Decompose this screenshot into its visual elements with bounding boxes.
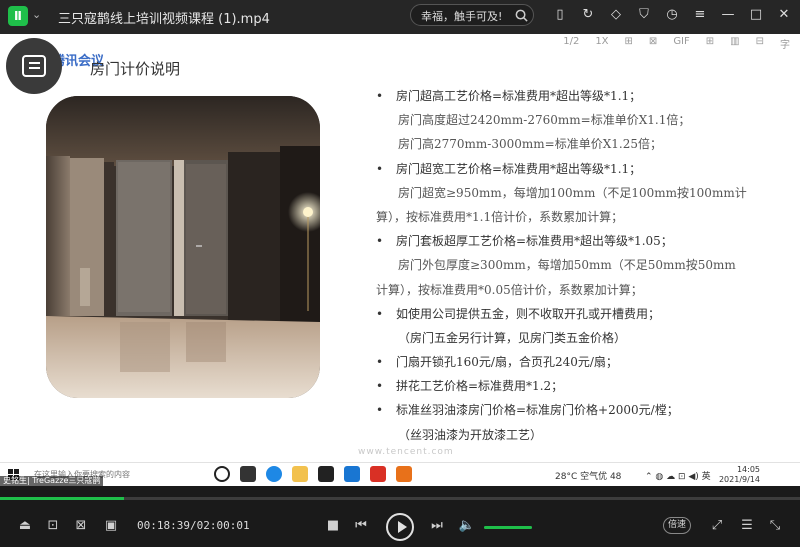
fullscreen-icon[interactable]: ⤡: [766, 517, 784, 535]
stop-icon[interactable]: ■: [324, 517, 342, 535]
chat-float-button[interactable]: [6, 38, 62, 94]
video-title: 三只寇鹊线上培训视频课程 (1).mp4: [58, 12, 270, 27]
volume-icon[interactable]: 🔈: [458, 517, 476, 535]
pip-icon[interactable]: ⤢: [708, 517, 726, 535]
play-button[interactable]: [386, 513, 414, 541]
bullet-item: 如使用公司提供五金，则不收取开孔或开槽费用；: [376, 302, 796, 326]
app-logo-icon[interactable]: Ⅱ: [8, 6, 28, 26]
speaker-caption: 史铭生| TreGazze三只寇鹊: [0, 476, 104, 486]
overlay-item[interactable]: 1/2: [563, 36, 579, 51]
bullet-item: 门扇开锁孔160元/扇，合页孔240元/扇；: [376, 350, 796, 374]
bullet-subline: （房门五金另行计算，见房门类五金价格）: [398, 330, 627, 345]
menu-icon[interactable]: ≡: [692, 6, 708, 24]
seek-bar[interactable]: [0, 497, 800, 500]
close-icon[interactable]: ✕: [776, 6, 792, 24]
cortana-icon[interactable]: [214, 466, 230, 482]
overlay-item[interactable]: ⊟: [756, 36, 764, 51]
bullet-subline: 房门超宽≥950mm，每增加100mm（不足100mm按100mm计: [398, 185, 747, 200]
bullet-item: 房门超高工艺价格=标准费用*超出等级*1.1；: [376, 84, 796, 108]
bullet-item: 标准丝羽油漆房门价格=标准房门价格+2000元/樘；: [376, 398, 796, 422]
bullet-item: 房门超宽工艺价格=标准费用*超出等级*1.1；: [376, 157, 796, 181]
bullet-subline: 算），按标准费用*1.1倍计价，系数累加计算；: [376, 209, 624, 224]
video-frame[interactable]: 1/2 1X ⊞ ⊠ GIF ⊞ ▥ ⊟ 字 腾讯会议 房门计价说明 • 房门超…: [0, 34, 800, 464]
overlay-item[interactable]: ▥: [730, 36, 739, 51]
bullet-subline: 房门高2770mm-3000mm=标准单价X1.25倍；: [398, 137, 662, 152]
task-view-icon[interactable]: [240, 466, 256, 482]
previous-icon[interactable]: ⏮: [352, 517, 370, 535]
bullet-subline: 房门外包厚度≥300mm，每增加50mm（不足50mm按50mm: [398, 258, 736, 273]
overlay-item[interactable]: 字: [780, 36, 790, 51]
overlay-item[interactable]: GIF: [673, 36, 689, 51]
volume-slider-fill: [484, 526, 532, 529]
seek-bar-fill: [0, 497, 124, 500]
video-top-toolbar: 1/2 1X ⊞ ⊠ GIF ⊞ ▥ ⊟ 字: [563, 36, 790, 51]
bullet-item: 拼花工艺价格=标准费用*1.2；: [376, 374, 796, 398]
clock-date: 2021/9/14: [718, 475, 760, 484]
watermark-text: www.tencent.com: [358, 447, 454, 457]
mini-player-icon[interactable]: ▣: [102, 517, 120, 535]
system-tray[interactable]: ⌃ ◍ ☁ ⊡ ◀) 英: [645, 469, 711, 482]
speed-button[interactable]: 倍速: [663, 517, 691, 534]
subtitle-icon[interactable]: ⊡: [44, 517, 62, 535]
bullet-subline: 计算），按标准费用*0.05倍计价，系数累加计算；: [376, 282, 643, 297]
clock-time: 14:05: [736, 465, 760, 474]
player-controls: ⏏ ⊡ ⊠ ▣ 00:18:39/02:00:01 ■ ⏮ ⏭ 🔈 倍速 ⤢ ☰…: [0, 503, 800, 547]
player-titlebar: Ⅱ ⌄ 三只寇鹊线上培训视频课程 (1).mp4 幸福，触手可及! ▯ ↻ ◇ …: [0, 0, 800, 34]
door-interior-photo: [46, 96, 320, 398]
overlay-item[interactable]: 1X: [595, 36, 608, 51]
refresh-icon[interactable]: ↻: [580, 6, 596, 24]
shirt-icon[interactable]: ⛉: [636, 6, 652, 24]
overlay-item[interactable]: ⊞: [625, 36, 633, 51]
maximize-icon[interactable]: □: [748, 6, 764, 24]
volume-slider[interactable]: [484, 526, 532, 529]
playback-time: 00:18:39/02:00:01: [137, 519, 250, 532]
phone-icon[interactable]: ▯: [552, 6, 568, 24]
screenshot-icon[interactable]: ⊠: [72, 517, 90, 535]
slides-app-icon[interactable]: [396, 466, 412, 482]
store-icon[interactable]: [318, 466, 334, 482]
windows-taskbar: 在这里输入你要搜索的内容 28°C 空气优 48 ⌃ ◍ ☁ ⊡ ◀) 英 14…: [0, 462, 800, 486]
chat-icon: [22, 55, 46, 77]
bullet-subline: （丝羽油漆为开放漆工艺）: [398, 427, 543, 442]
overlay-item[interactable]: ⊠: [649, 36, 657, 51]
app-menu-caret-icon[interactable]: ⌄: [32, 8, 41, 21]
overlay-item[interactable]: ⊞: [706, 36, 714, 51]
playlist-icon[interactable]: ☰: [738, 517, 756, 535]
bullet-subline: 房门高度超过2420mm-2760mm=标准单价X1.1倍；: [398, 113, 691, 128]
minimize-icon[interactable]: —: [720, 6, 736, 24]
wps-icon[interactable]: [370, 466, 386, 482]
weather-widget[interactable]: 28°C 空气优 48: [555, 469, 621, 482]
next-icon[interactable]: ⏭: [428, 517, 446, 535]
skin-icon[interactable]: ◇: [608, 6, 624, 24]
search-text[interactable]: 幸福，触手可及!: [421, 8, 502, 24]
slide-bullet-list: 房门超高工艺价格=标准费用*超出等级*1.1； 房门高度超过2420mm-2760…: [376, 84, 796, 447]
taskbar-clock[interactable]: 14:05 2021/9/14: [719, 465, 760, 485]
meeting-app-icon[interactable]: [344, 466, 360, 482]
explorer-icon[interactable]: [292, 466, 308, 482]
bullet-item: 房门套板超厚工艺价格=标准费用*超出等级*1.05；: [376, 229, 796, 253]
search-box[interactable]: 幸福，触手可及!: [410, 4, 534, 26]
edge-icon[interactable]: [266, 466, 282, 482]
eject-icon[interactable]: ⏏: [16, 517, 34, 535]
search-icon[interactable]: [514, 8, 529, 23]
clock-icon[interactable]: ◷: [664, 6, 680, 24]
slide-title: 房门计价说明: [90, 60, 181, 78]
